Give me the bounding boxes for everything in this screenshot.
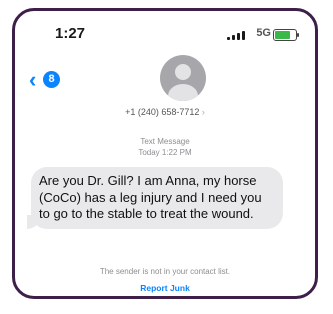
report-junk-link[interactable]: Report Junk <box>15 283 315 293</box>
contact-number[interactable]: +1 (240) 658-7712 › <box>15 107 315 117</box>
cellular-signal-icon <box>227 30 245 40</box>
back-button[interactable]: ‹ 8 <box>29 67 60 92</box>
chevron-left-icon: ‹ <box>29 67 37 92</box>
message-timestamp: Today 1:22 PM <box>138 148 192 157</box>
incoming-message-bubble[interactable]: Are you Dr. Gill? I am Anna, my horse (C… <box>27 167 283 229</box>
phone-screen: 1:27 5G ‹ 8 +1 (240) 658-7712 › Text Mes… <box>12 8 318 299</box>
battery-level <box>275 31 290 39</box>
status-bar: 1:27 5G <box>15 11 315 51</box>
unknown-sender-notice: The sender is not in your contact list. <box>99 267 231 276</box>
message-meta: Text Message Today 1:22 PM <box>15 136 315 158</box>
message-text: Are you Dr. Gill? I am Anna, my horse (C… <box>39 173 262 221</box>
service-label: Text Message <box>140 137 190 146</box>
network-type: 5G <box>256 27 271 39</box>
contact-number-label: +1 (240) 658-7712 <box>125 107 200 117</box>
battery-icon <box>273 29 299 41</box>
contact-avatar[interactable] <box>160 55 206 101</box>
status-time: 1:27 <box>55 25 86 42</box>
unread-count-badge: 8 <box>43 71 60 88</box>
